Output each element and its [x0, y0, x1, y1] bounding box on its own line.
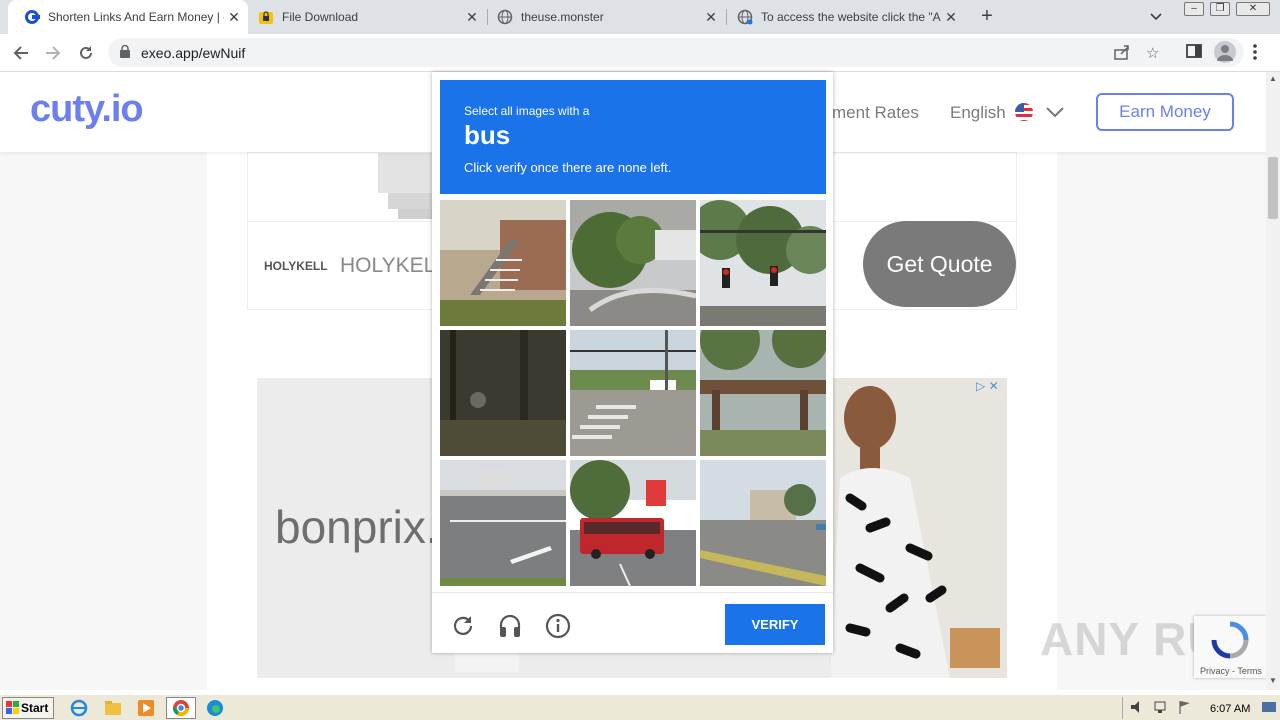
- volume-icon[interactable]: [1129, 699, 1147, 717]
- media-player-icon[interactable]: [137, 699, 155, 717]
- tab-title: To access the website click the "Allow: [761, 10, 941, 24]
- bonprix-logo: bonprix.: [275, 501, 439, 553]
- captcha-tile-highway-truck[interactable]: [440, 460, 566, 586]
- lock-folder-icon: [258, 9, 274, 25]
- browser-toolbar: exeo.app/ewNuif ☆: [0, 34, 1280, 72]
- star-icon[interactable]: ☆: [1146, 44, 1159, 62]
- get-quote-button[interactable]: Get Quote: [863, 221, 1016, 307]
- restore-icon[interactable]: ❐: [1210, 2, 1230, 16]
- system-tray: 6:07 AM: [1122, 697, 1280, 719]
- prompt-target: bus: [464, 120, 511, 150]
- refresh-icon[interactable]: [450, 613, 476, 639]
- captcha-tile-road-building[interactable]: [700, 460, 826, 586]
- captcha-prompt: Select all images with a bus Click verif…: [440, 80, 826, 194]
- us-flag-icon: [1015, 103, 1033, 121]
- minimize-icon[interactable]: –: [1184, 2, 1204, 16]
- close-tab-icon[interactable]: ✕: [701, 9, 721, 26]
- edge-icon[interactable]: [206, 699, 224, 717]
- lock-icon: [120, 44, 130, 58]
- tab-file-download[interactable]: File Download ✕: [242, 0, 486, 34]
- forward-arrow-icon[interactable]: [42, 42, 64, 64]
- captcha-tile-intersection-crosswalk[interactable]: [570, 330, 696, 456]
- captcha-tile-wooden-shelter[interactable]: [700, 330, 826, 456]
- prompt-line1: Select all images with a: [464, 104, 590, 118]
- kebab-menu-icon[interactable]: [1252, 43, 1258, 65]
- recaptcha-icon: [1211, 621, 1249, 659]
- share-icon[interactable]: [1114, 44, 1130, 64]
- info-icon[interactable]: [545, 613, 571, 639]
- captcha-footer: VERIFY: [432, 592, 833, 653]
- captcha-tile-house-stairs[interactable]: [440, 200, 566, 326]
- start-label: Start: [21, 701, 49, 715]
- tab-cuty[interactable]: Shorten Links And Earn Money | cuty ✕: [8, 0, 248, 34]
- ad-choices-icon[interactable]: ▷ ✕: [976, 379, 999, 393]
- reload-icon[interactable]: [75, 42, 97, 64]
- chevron-down-icon[interactable]: [1150, 8, 1162, 24]
- flag-icon[interactable]: [1177, 699, 1195, 717]
- cuty-c-icon: [24, 9, 40, 25]
- privacy-terms[interactable]: Privacy - Terms: [1200, 666, 1262, 676]
- holykell-logo: HOLYKELL: [264, 259, 328, 273]
- scroll-up-icon[interactable]: ▲: [1269, 74, 1277, 83]
- holykell-text: HOLYKELL: [340, 254, 447, 277]
- close-window-icon[interactable]: ✕: [1236, 2, 1270, 16]
- new-tab-button[interactable]: +: [976, 6, 998, 28]
- chrome-taskbar-button[interactable]: [166, 697, 196, 719]
- globe-icon: [737, 9, 753, 25]
- chevron-down-icon[interactable]: [1046, 107, 1064, 119]
- page-scrollbar[interactable]: ▲ ▼: [1266, 72, 1280, 690]
- prompt-instruction: Click verify once there are none left.: [464, 160, 672, 175]
- tab-allow[interactable]: To access the website click the "Allow ✕: [721, 0, 965, 34]
- captcha-tile-street-corner-tree[interactable]: [570, 200, 696, 326]
- tab-title: theuse.monster: [521, 10, 604, 24]
- ie-icon[interactable]: [70, 699, 88, 717]
- headphones-audio-icon[interactable]: [497, 613, 523, 639]
- earn-money-button[interactable]: Earn Money: [1096, 93, 1234, 131]
- close-tab-icon[interactable]: ✕: [462, 9, 482, 26]
- address-bar[interactable]: exeo.app/ewNuif ☆: [108, 38, 1244, 67]
- language-selector[interactable]: English: [950, 103, 1006, 123]
- network-icon[interactable]: [1153, 699, 1171, 717]
- captcha-challenge: Select all images with a bus Click verif…: [432, 72, 833, 653]
- side-panel-icon[interactable]: [1186, 43, 1202, 63]
- tab-strip: Shorten Links And Earn Money | cuty ✕ Fi…: [0, 0, 1280, 34]
- windows-taskbar: Start 6:07 AM: [0, 694, 1280, 720]
- captcha-tile-red-bus[interactable]: [570, 460, 696, 586]
- fashion-model-image: [830, 378, 1007, 678]
- profile-avatar[interactable]: [1214, 41, 1236, 63]
- verify-button[interactable]: VERIFY: [725, 604, 825, 645]
- folder-icon[interactable]: [104, 699, 122, 717]
- close-tab-icon[interactable]: ✕: [941, 9, 961, 26]
- captcha-tile-dark-woods[interactable]: [440, 330, 566, 456]
- url-text: exeo.app/ewNuif: [141, 45, 246, 61]
- back-arrow-icon[interactable]: [10, 42, 32, 64]
- start-button[interactable]: Start: [2, 697, 54, 719]
- chrome-icon: [172, 700, 190, 717]
- close-tab-icon[interactable]: ✕: [224, 9, 244, 26]
- cuty-logo[interactable]: cuty.io: [30, 88, 144, 131]
- scroll-thumb[interactable]: [1268, 157, 1278, 219]
- taskbar-clock: 6:07 AM: [1210, 703, 1251, 715]
- tab-theuse[interactable]: theuse.monster ✕: [481, 0, 725, 34]
- tab-title: File Download: [282, 10, 359, 24]
- captcha-tile-traffic-lights[interactable]: [700, 200, 826, 326]
- windows-logo-icon: [6, 701, 19, 714]
- globe-icon: [497, 9, 513, 25]
- scroll-down-icon[interactable]: ▼: [1269, 676, 1277, 685]
- nav-payment-rates[interactable]: ment Rates: [832, 103, 919, 123]
- tab-title: Shorten Links And Earn Money | cuty: [48, 10, 224, 24]
- show-desktop-icon[interactable]: [1261, 699, 1279, 717]
